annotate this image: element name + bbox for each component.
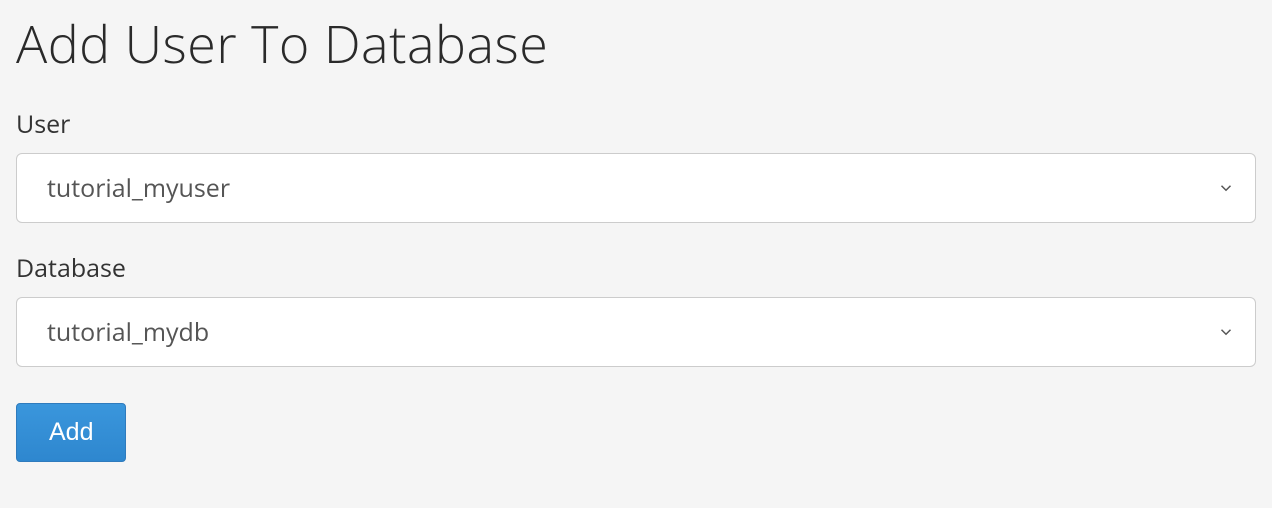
user-select-value: tutorial_myuser	[47, 171, 230, 205]
user-field-group: User tutorial_myuser	[16, 107, 1256, 223]
user-select[interactable]: tutorial_myuser	[16, 153, 1256, 223]
user-label: User	[16, 107, 1256, 141]
database-select-value: tutorial_mydb	[47, 315, 209, 349]
page-title: Add User To Database	[16, 8, 1256, 79]
add-button[interactable]: Add	[16, 403, 126, 462]
chevron-down-icon	[1217, 323, 1235, 341]
database-label: Database	[16, 251, 1256, 285]
chevron-down-icon	[1217, 179, 1235, 197]
database-field-group: Database tutorial_mydb	[16, 251, 1256, 367]
database-select[interactable]: tutorial_mydb	[16, 297, 1256, 367]
